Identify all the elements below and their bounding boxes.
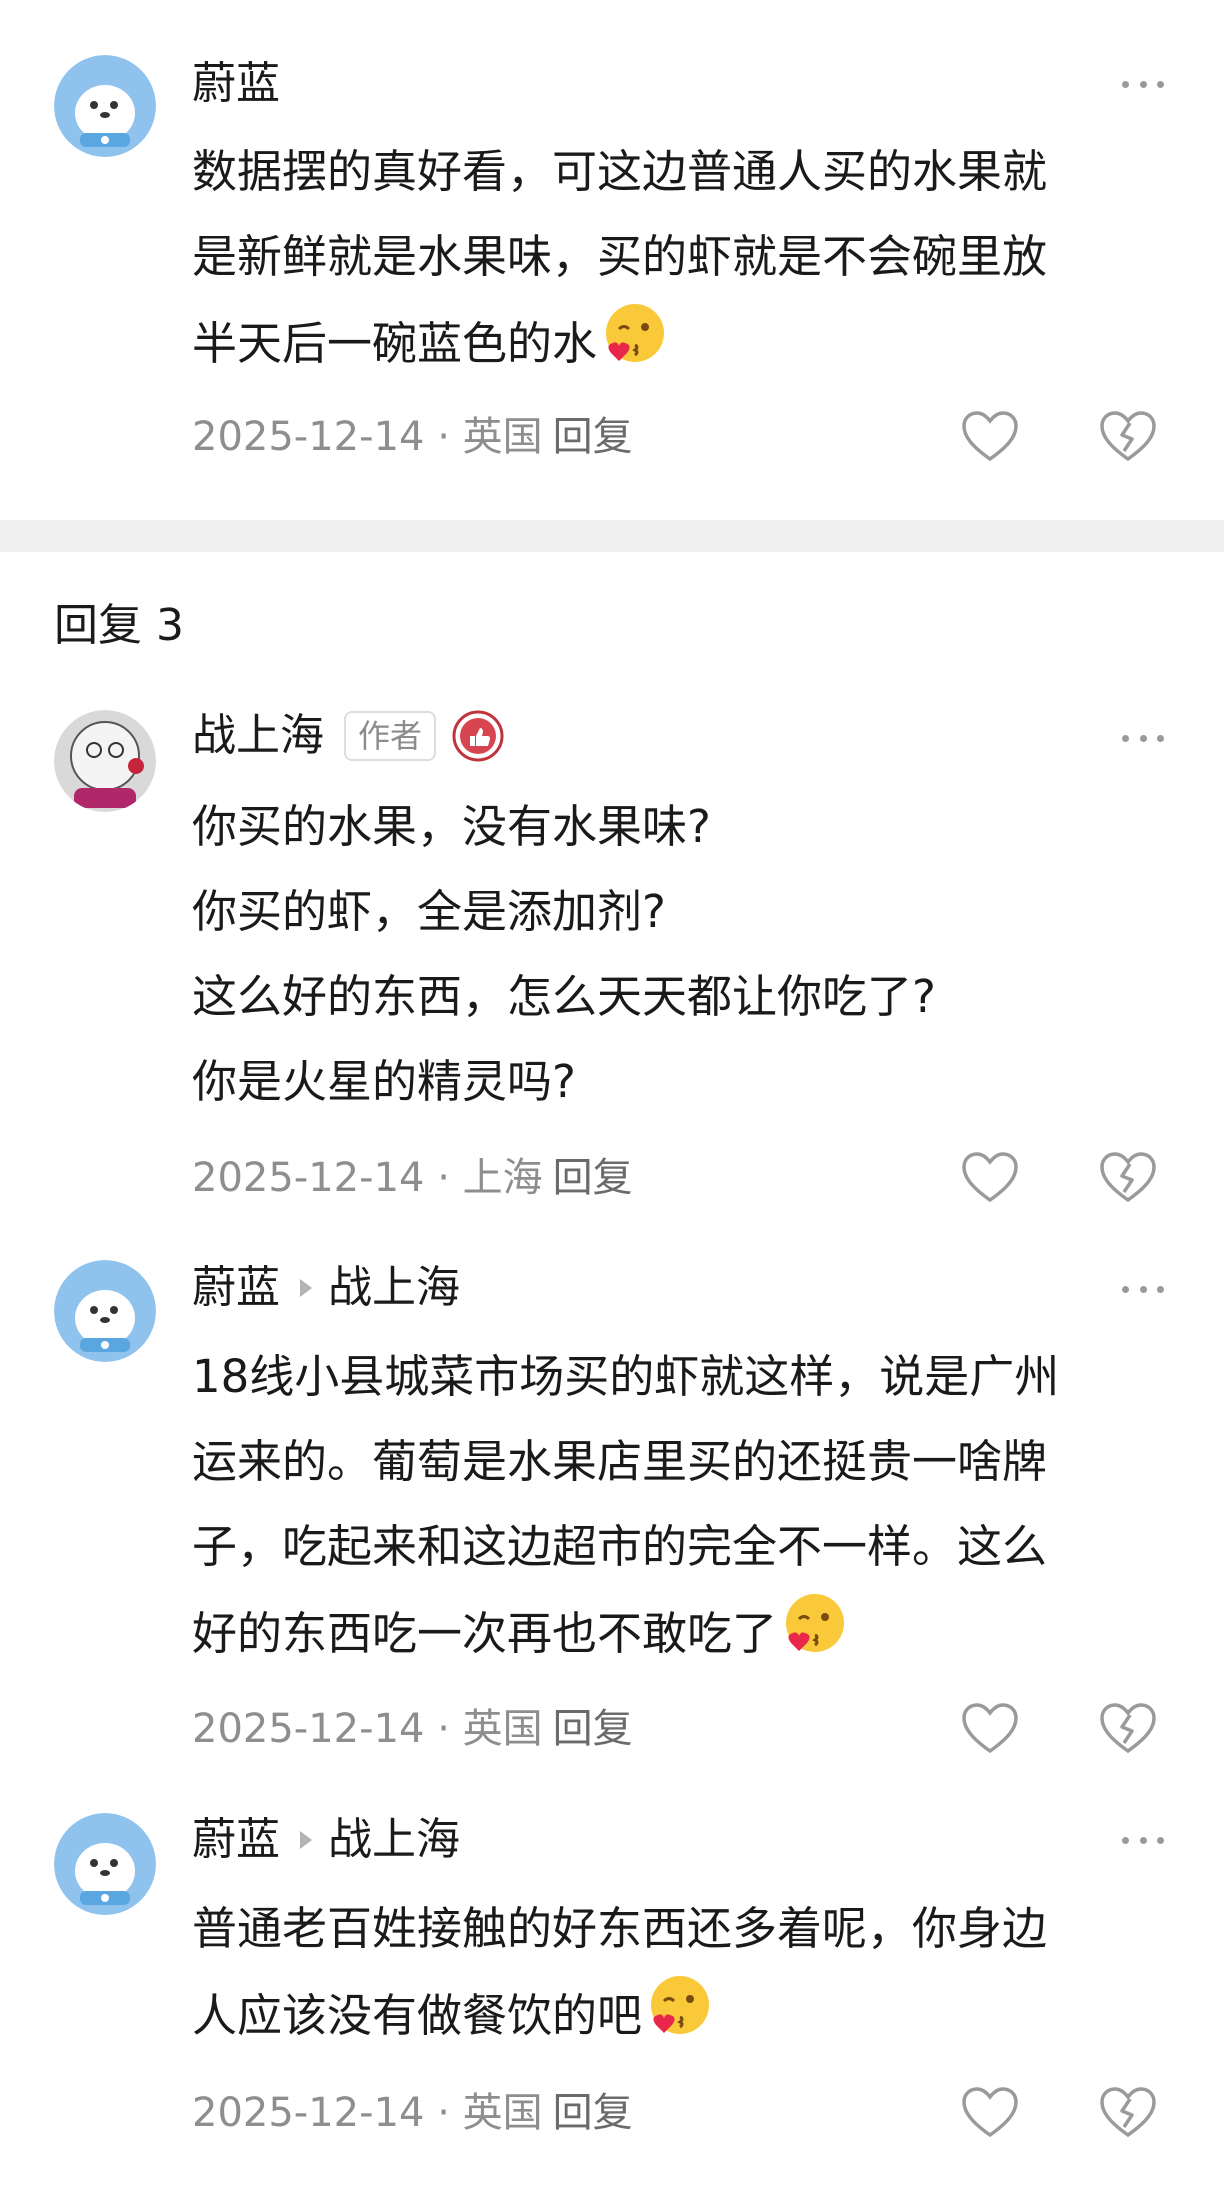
username[interactable]: 战上海 作者	[192, 706, 504, 766]
reply-button[interactable]: 回复	[553, 2090, 633, 2136]
comment-meta: 2025-12-14 · 上海 回复	[192, 1155, 633, 1201]
username[interactable]: 蔚蓝 战上海	[192, 1810, 460, 1870]
avatar[interactable]	[54, 55, 156, 157]
author-tag: 作者	[344, 711, 437, 761]
username[interactable]: 蔚蓝 战上海	[192, 1258, 460, 1318]
reply-to-username[interactable]: 战上海	[328, 1810, 460, 1870]
username[interactable]: 蔚蓝	[192, 54, 280, 114]
kiss-wink-emoji-icon	[786, 1594, 845, 1652]
kiss-wink-emoji-icon	[651, 1976, 710, 2034]
reply-button[interactable]: 回复	[553, 1706, 633, 1752]
reply-button[interactable]: 回复	[553, 414, 633, 460]
comment-text: 你买的水果，没有水果味? 你买的虾，全是添加剂? 这么好的东西，怎么天天都让你吃…	[192, 800, 936, 1108]
more-options-icon[interactable]	[1122, 728, 1164, 748]
more-options-icon[interactable]	[1122, 1830, 1164, 1850]
avatar[interactable]	[54, 1260, 156, 1362]
reply-arrow-icon	[300, 1831, 312, 1849]
heart-icon[interactable]	[960, 2085, 1020, 2141]
kiss-wink-emoji-icon	[606, 304, 665, 362]
comment-text: 普通老百姓接触的好东西还多着呢，你身边 人应该没有做餐饮的吧	[192, 1902, 1048, 2042]
section-divider	[0, 520, 1224, 552]
comment-meta: 2025-12-14 · 英国 回复	[192, 414, 633, 460]
reply-arrow-icon	[300, 1279, 312, 1297]
more-options-icon[interactable]	[1122, 1279, 1164, 1299]
heart-icon[interactable]	[960, 1701, 1020, 1757]
comment-text: 18线小县城菜市场买的虾就这样，说是广州 运来的。葡萄是水果店里买的还挺贵一啥牌…	[192, 1350, 1060, 1660]
comment-meta: 2025-12-14 · 英国 回复	[192, 2090, 633, 2136]
comment-meta: 2025-12-14 · 英国 回复	[192, 1706, 633, 1752]
broken-heart-icon[interactable]	[1098, 1701, 1158, 1757]
reply-to-username[interactable]: 战上海	[328, 1258, 460, 1318]
broken-heart-icon[interactable]	[1098, 2085, 1158, 2141]
replies-count-title: 回复 3	[54, 600, 184, 651]
broken-heart-icon[interactable]	[1098, 409, 1158, 465]
avatar[interactable]	[54, 710, 156, 812]
thumbs-up-badge-icon	[452, 710, 504, 762]
broken-heart-icon[interactable]	[1098, 1150, 1158, 1206]
more-options-icon[interactable]	[1122, 74, 1164, 94]
avatar[interactable]	[54, 1813, 156, 1915]
comment-text: 数据摆的真好看，可这边普通人买的水果就 是新鲜就是水果味，买的虾就是不会碗里放 …	[192, 145, 1048, 370]
heart-icon[interactable]	[960, 409, 1020, 465]
heart-icon[interactable]	[960, 1150, 1020, 1206]
reply-button[interactable]: 回复	[553, 1155, 633, 1201]
